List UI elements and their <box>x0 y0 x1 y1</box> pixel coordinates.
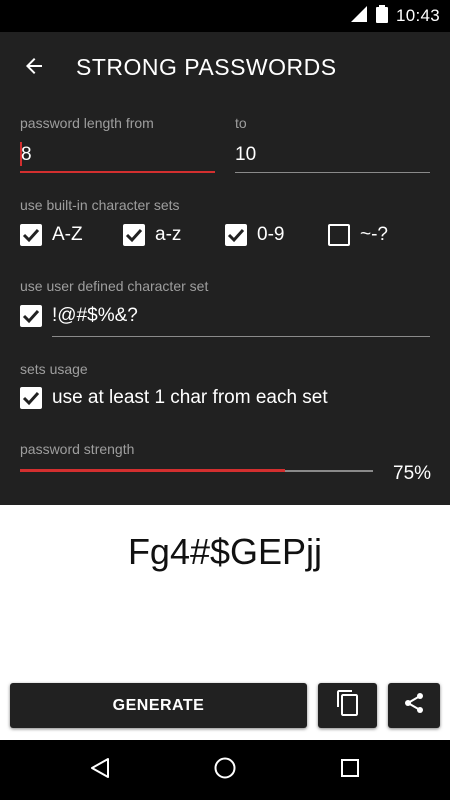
checkbox-digits[interactable]: 0-9 <box>225 222 305 250</box>
checkbox-uppercase[interactable]: A-Z <box>20 222 100 250</box>
length-from-label: password length from <box>20 115 154 131</box>
back-button[interactable] <box>14 48 54 88</box>
nav-recents-button[interactable] <box>330 750 370 790</box>
checkbox-user-set[interactable] <box>20 303 46 331</box>
user-set-underline <box>52 336 430 337</box>
status-time: 10:43 <box>395 6 440 25</box>
checkbox-each-set-box <box>20 387 42 409</box>
checkbox-symbols-label: ~-? <box>360 224 388 245</box>
battery-icon <box>375 4 388 28</box>
nav-recents-icon <box>340 758 360 783</box>
generated-password: Fg4#$GEPjj <box>127 531 323 572</box>
checkbox-lowercase-label: a-z <box>155 224 182 245</box>
nav-home-icon <box>213 756 237 785</box>
checkbox-lowercase-box <box>123 224 145 246</box>
back-arrow-icon <box>22 54 46 83</box>
nav-back-icon <box>89 757 111 784</box>
length-from-value: 8 <box>21 144 32 165</box>
checkbox-symbols[interactable]: ~-? <box>328 222 408 250</box>
checkbox-uppercase-label: A-Z <box>52 224 83 245</box>
checkbox-symbols-box <box>328 224 350 246</box>
settings-panel: STRONG PASSWORDS password length from to… <box>0 32 450 505</box>
output-area: Fg4#$GEPjj GENERATE <box>0 505 450 735</box>
user-set-value: !@#$%&? <box>52 305 138 326</box>
strength-label: password strength <box>20 441 135 457</box>
length-to-value: 10 <box>235 144 257 165</box>
strength-slider[interactable] <box>20 462 373 482</box>
length-to-underline <box>235 172 430 173</box>
checkbox-lowercase[interactable]: a-z <box>123 222 203 250</box>
length-from-underline <box>20 171 215 173</box>
checkbox-digits-label: 0-9 <box>257 224 285 245</box>
length-from-input[interactable]: 8 <box>20 136 215 176</box>
app-bar: STRONG PASSWORDS <box>0 32 450 104</box>
nav-home-button[interactable] <box>205 750 245 790</box>
checkbox-user-set-box <box>20 305 42 327</box>
length-to-label: to <box>235 115 247 131</box>
share-icon <box>402 691 426 720</box>
status-bar: 10:43 <box>0 0 450 32</box>
strength-percent: 75% <box>393 463 432 484</box>
checkbox-digits-box <box>225 224 247 246</box>
share-button[interactable] <box>388 683 440 728</box>
generate-button-label: GENERATE <box>112 696 205 714</box>
length-to-input[interactable]: 10 <box>235 136 430 176</box>
sets-usage-label: sets usage <box>20 361 88 377</box>
page-title: STRONG PASSWORDS <box>76 54 337 80</box>
copy-button[interactable] <box>318 683 377 728</box>
user-set-label: use user defined character set <box>20 278 209 294</box>
strength-slider-fill <box>20 469 285 472</box>
user-set-input[interactable]: !@#$%&? <box>52 300 430 338</box>
wifi-icon <box>350 5 368 28</box>
checkbox-each-set[interactable]: use at least 1 char from each set <box>20 385 430 413</box>
nav-back-button[interactable] <box>80 750 120 790</box>
checkbox-each-set-label: use at least 1 char from each set <box>52 387 328 408</box>
generate-button[interactable]: GENERATE <box>10 683 307 728</box>
navigation-bar <box>0 740 450 800</box>
copy-icon <box>336 689 360 722</box>
builtin-sets-label: use built-in character sets <box>20 197 180 213</box>
checkbox-uppercase-box <box>20 224 42 246</box>
